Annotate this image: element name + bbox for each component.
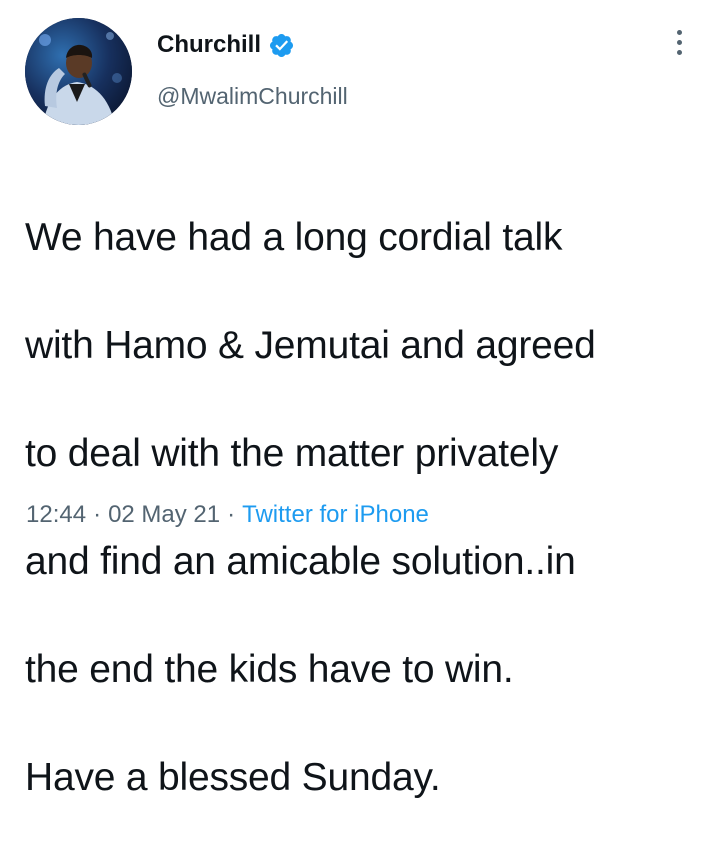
tweet: Churchill @MwalimChurchill We have had a… — [0, 0, 720, 799]
tweet-meta: 12:44 · 02 May 21 · Twitter for iPhone — [26, 500, 429, 530]
verified-badge-icon — [268, 32, 295, 59]
tweet-date[interactable]: 02 May 21 — [108, 501, 220, 528]
meta-separator: · — [227, 501, 236, 528]
more-options-icon[interactable] — [668, 30, 690, 64]
avatar[interactable] — [25, 18, 132, 125]
tweet-source-link[interactable]: Twitter for iPhone — [242, 501, 429, 528]
tweet-time[interactable]: 12:44 — [26, 501, 86, 528]
meta-separator: · — [93, 501, 102, 528]
tweet-text-line: to deal with the matter privately — [25, 432, 559, 475]
tweet-text-line: and find an amicable solution..in — [25, 540, 576, 583]
author-name[interactable]: Churchill — [157, 30, 295, 60]
tweet-text-line: Have a blessed Sunday. — [25, 756, 441, 799]
avatar-image — [25, 18, 132, 125]
display-name-text: Churchill — [157, 31, 262, 58]
tweet-text-line: with Hamo & Jemutai and agreed — [25, 324, 596, 367]
tweet-text-line: the end the kids have to win. — [25, 648, 514, 691]
tweet-text-line: We have had a long cordial talk — [25, 216, 563, 259]
author-handle[interactable]: @MwalimChurchill — [157, 82, 348, 110]
